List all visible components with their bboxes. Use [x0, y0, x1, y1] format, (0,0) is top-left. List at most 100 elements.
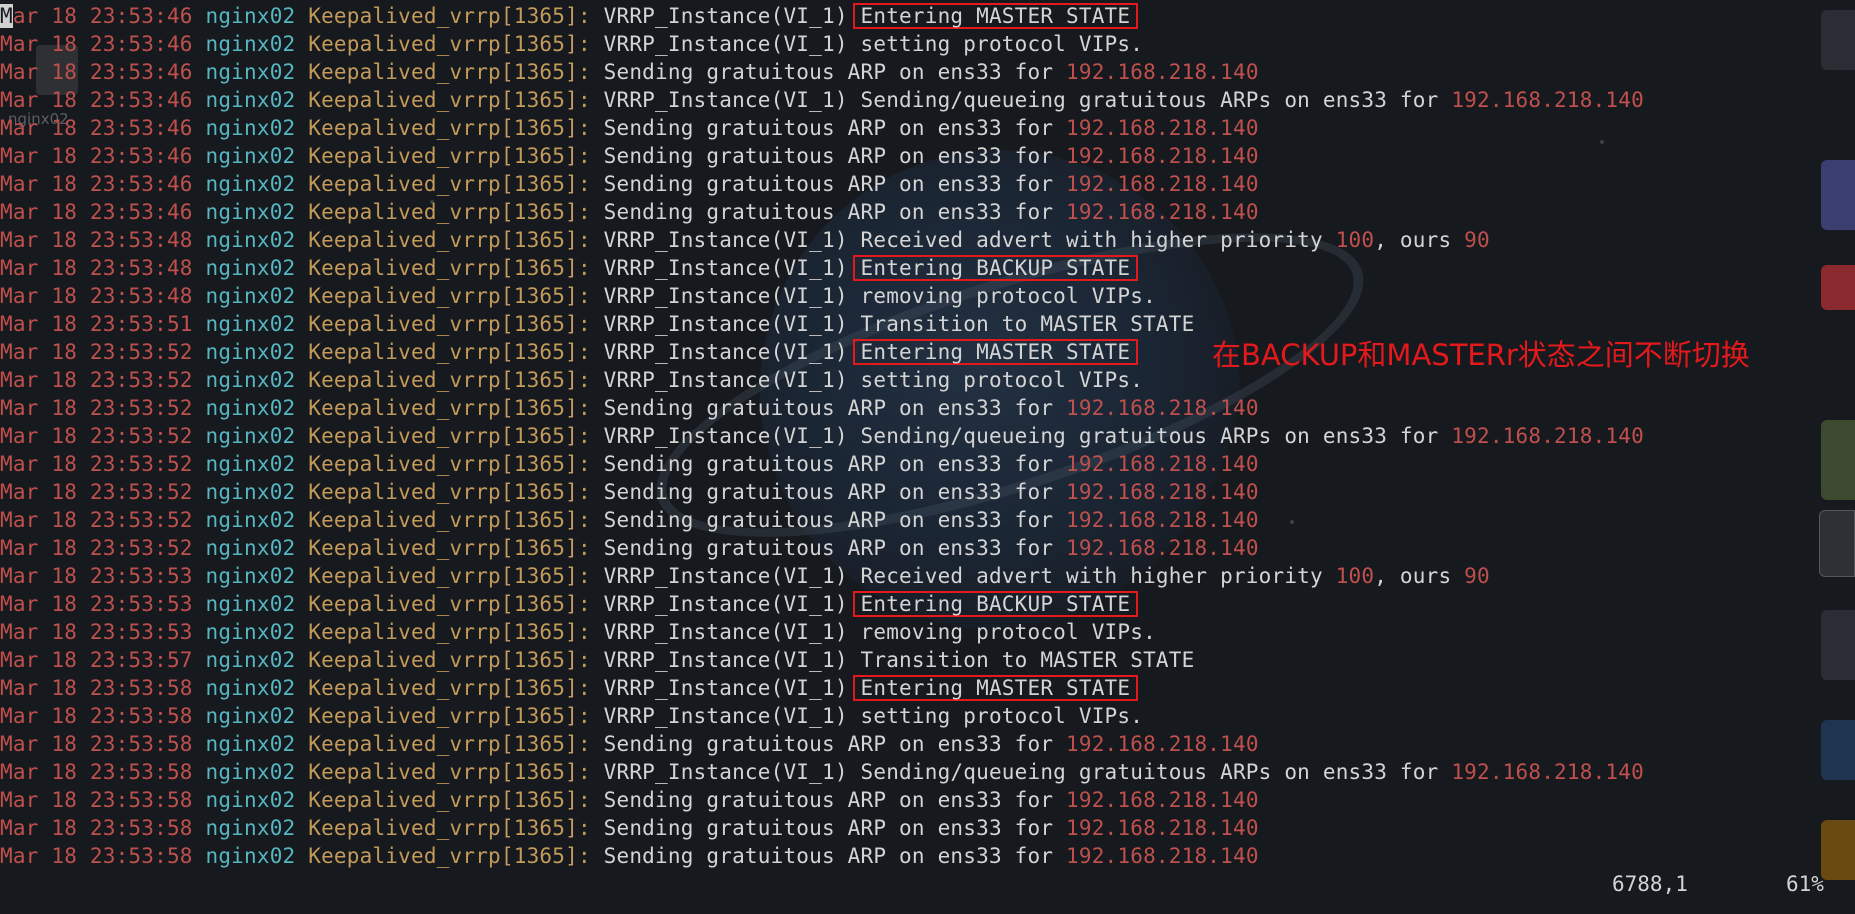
log-message: Sending gratuitous ARP on ens33 for	[603, 536, 1067, 560]
log-host: nginx02	[205, 704, 296, 728]
log-process: Keepalived_vrrp[1365]:	[308, 788, 591, 812]
log-host: nginx02	[205, 452, 296, 476]
log-ip-address: 192.168.218.140	[1066, 144, 1259, 168]
log-line: Mar 18 23:53:51 nginx02 Keepalived_vrrp[…	[0, 310, 1194, 338]
log-host: nginx02	[205, 228, 296, 252]
log-date: Mar 18 23:53:52	[0, 340, 193, 364]
log-message: VRRP_Instance(VI_1) setting protocol VIP…	[603, 32, 1144, 56]
log-host: nginx02	[205, 480, 296, 504]
log-line: Mar 18 23:53:46 nginx02 Keepalived_vrrp[…	[0, 58, 1259, 86]
log-line: Mar 18 23:53:58 nginx02 Keepalived_vrrp[…	[0, 842, 1259, 870]
log-process: Keepalived_vrrp[1365]:	[308, 452, 591, 476]
log-ip-address: 192.168.218.140	[1066, 60, 1259, 84]
log-line: Mar 18 23:53:53 nginx02 Keepalived_vrrp[…	[0, 562, 1490, 590]
log-message: VRRP_Instance(VI_1)	[603, 340, 861, 364]
log-line: Mar 18 23:53:58 nginx02 Keepalived_vrrp[…	[0, 814, 1259, 842]
log-process: Keepalived_vrrp[1365]:	[308, 704, 591, 728]
log-date: Mar 18 23:53:46	[0, 172, 193, 196]
log-message: VRRP_Instance(VI_1) setting protocol VIP…	[603, 368, 1144, 392]
log-line: Mar 18 23:53:52 nginx02 Keepalived_vrrp[…	[0, 422, 1644, 450]
desktop-dock-edge	[1819, 0, 1855, 914]
log-line: Mar 18 23:53:46 nginx02 Keepalived_vrrp[…	[0, 198, 1259, 226]
log-host: nginx02	[205, 760, 296, 784]
log-host: nginx02	[205, 144, 296, 168]
log-process: Keepalived_vrrp[1365]:	[308, 60, 591, 84]
log-ip-address: 192.168.218.140	[1451, 424, 1644, 448]
dock-app-icon	[1821, 10, 1855, 70]
log-host: nginx02	[205, 368, 296, 392]
log-highlighted-state: Entering MASTER STATE	[852, 339, 1139, 365]
log-process: Keepalived_vrrp[1365]:	[308, 88, 591, 112]
log-date: Mar 18 23:53:58	[0, 816, 193, 840]
log-message: VRRP_Instance(VI_1)	[603, 676, 861, 700]
log-host: nginx02	[205, 648, 296, 672]
log-message: VRRP_Instance(VI_1) Transition to MASTER…	[603, 648, 1195, 672]
log-line: Mar 18 23:53:52 nginx02 Keepalived_vrrp[…	[0, 394, 1259, 422]
log-line: Mar 18 23:53:58 nginx02 Keepalived_vrrp[…	[0, 674, 1139, 702]
log-process: Keepalived_vrrp[1365]:	[308, 200, 591, 224]
log-process: Keepalived_vrrp[1365]:	[308, 620, 591, 644]
log-date: Mar 18 23:53:51	[0, 312, 193, 336]
log-date: Mar 18 23:53:46	[0, 32, 193, 56]
log-ip-address: 192.168.218.140	[1066, 788, 1259, 812]
log-message: VRRP_Instance(VI_1) Sending/queueing gra…	[603, 760, 1452, 784]
log-message: Sending gratuitous ARP on ens33 for	[603, 480, 1067, 504]
log-message: VRRP_Instance(VI_1) Received advert with…	[603, 564, 1336, 588]
log-highlighted-state: Entering MASTER STATE	[852, 675, 1139, 701]
log-process: Keepalived_vrrp[1365]:	[308, 648, 591, 672]
log-process: Keepalived_vrrp[1365]:	[308, 340, 591, 364]
log-host: nginx02	[205, 816, 296, 840]
log-line: Mar 18 23:53:58 nginx02 Keepalived_vrrp[…	[0, 702, 1143, 730]
log-line: Mar 18 23:53:48 nginx02 Keepalived_vrrp[…	[0, 254, 1139, 282]
log-process: Keepalived_vrrp[1365]:	[308, 592, 591, 616]
log-process: Keepalived_vrrp[1365]:	[308, 144, 591, 168]
log-ip-address: 192.168.218.140	[1066, 452, 1259, 476]
dock-app-icon	[1821, 610, 1855, 680]
log-date: Mar 18 23:53:58	[0, 704, 193, 728]
log-process: Keepalived_vrrp[1365]:	[308, 116, 591, 140]
log-ip-address: 192.168.218.140	[1066, 396, 1259, 420]
log-date: Mar 18 23:53:48	[0, 256, 193, 280]
log-date: Mar 18 23:53:58	[0, 760, 193, 784]
log-ip-address: 192.168.218.140	[1451, 88, 1644, 112]
log-message: VRRP_Instance(VI_1) Transition to MASTER…	[603, 312, 1195, 336]
log-message: VRRP_Instance(VI_1)	[603, 4, 861, 28]
log-date: Mar 18 23:53:48	[0, 228, 193, 252]
log-line: Mar 18 23:53:58 nginx02 Keepalived_vrrp[…	[0, 758, 1644, 786]
dock-app-icon	[1821, 420, 1855, 500]
log-process: Keepalived_vrrp[1365]:	[308, 844, 591, 868]
dock-app-icon	[1821, 160, 1855, 230]
dock-app-icon	[1819, 510, 1855, 577]
log-date: Mar 18 23:53:53	[0, 564, 193, 588]
log-date: Mar 18 23:53:58	[0, 732, 193, 756]
log-priority-value: 100	[1335, 228, 1375, 252]
log-message: VRRP_Instance(VI_1)	[603, 256, 861, 280]
log-highlighted-state: Entering BACKUP STATE	[852, 255, 1139, 281]
log-host: nginx02	[205, 508, 296, 532]
log-message: Sending gratuitous ARP on ens33 for	[603, 732, 1067, 756]
log-date: Mar 18 23:53:52	[0, 396, 193, 420]
log-highlighted-state: Entering BACKUP STATE	[852, 591, 1139, 617]
log-process: Keepalived_vrrp[1365]:	[308, 32, 591, 56]
log-line: Mar 18 23:53:53 nginx02 Keepalived_vrrp[…	[0, 618, 1156, 646]
log-line: Mar 18 23:53:48 nginx02 Keepalived_vrrp[…	[0, 226, 1490, 254]
log-message: VRRP_Instance(VI_1) Received advert with…	[603, 228, 1336, 252]
log-process: Keepalived_vrrp[1365]:	[308, 508, 591, 532]
log-host: nginx02	[205, 60, 296, 84]
log-message: Sending gratuitous ARP on ens33 for	[603, 844, 1067, 868]
log-ip-address: 192.168.218.140	[1066, 172, 1259, 196]
log-date: Mar 18 23:53:46	[0, 88, 193, 112]
log-message: VRRP_Instance(VI_1) Sending/queueing gra…	[603, 424, 1452, 448]
red-annotation-text: 在BACKUP和MASTERr状态之间不断切换	[1212, 338, 1750, 372]
log-host: nginx02	[205, 592, 296, 616]
log-message: VRRP_Instance(VI_1) removing protocol VI…	[603, 620, 1156, 644]
log-host: nginx02	[205, 32, 296, 56]
log-host: nginx02	[205, 424, 296, 448]
log-date: Mar 18 23:53:52	[0, 452, 193, 476]
log-process: Keepalived_vrrp[1365]:	[308, 172, 591, 196]
log-process: Keepalived_vrrp[1365]:	[308, 676, 591, 700]
log-priority-value: 100	[1335, 564, 1375, 588]
log-date: Mar 18 23:53:52	[0, 424, 193, 448]
status-cursor-position: 6788,1	[1612, 872, 1688, 896]
log-line: Mar 18 23:53:52 nginx02 Keepalived_vrrp[…	[0, 506, 1259, 534]
